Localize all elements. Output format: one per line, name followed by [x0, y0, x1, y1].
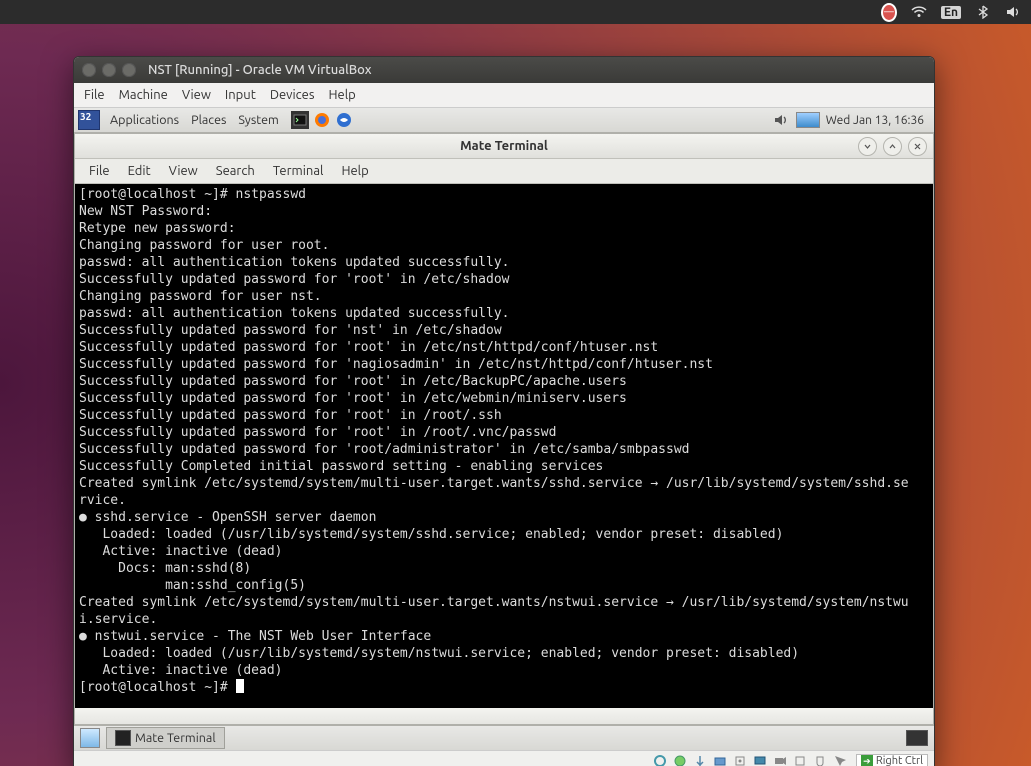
wifi-icon[interactable]: [911, 4, 927, 20]
taskbar-entry-mate-terminal[interactable]: Mate Terminal: [106, 727, 225, 749]
update-manager-icon[interactable]: —: [881, 4, 897, 20]
window-minimize-button[interactable]: [102, 63, 116, 77]
terminal-menu-view[interactable]: View: [161, 162, 206, 180]
terminal-close-button[interactable]: [908, 137, 927, 156]
guest-top-panel: 32 Applications Places System Wed Jan: [74, 108, 934, 133]
vbox-menu-file[interactable]: File: [84, 88, 105, 102]
thunderbird-launcher-icon[interactable]: [335, 111, 353, 129]
terminal-minimize-button[interactable]: [858, 137, 877, 156]
show-desktop-button[interactable]: [80, 728, 100, 748]
mate-terminal-title: Mate Terminal: [460, 139, 548, 153]
mate-terminal-titlebar[interactable]: Mate Terminal: [75, 134, 933, 159]
vbox-window-title: NST [Running] - Oracle VM VirtualBox: [148, 63, 371, 77]
terminal-taskbar-icon: [115, 730, 131, 746]
vbox-menubar: File Machine View Input Devices Help: [74, 83, 934, 108]
host-topbar: — En: [0, 0, 1031, 24]
firefox-launcher-icon[interactable]: [313, 111, 331, 129]
terminal-menu-search[interactable]: Search: [208, 162, 263, 180]
guest-menu-system[interactable]: System: [232, 113, 284, 127]
vbox-menu-view[interactable]: View: [182, 88, 211, 102]
host-key-arrow-icon: ➔: [861, 755, 873, 766]
terminal-maximize-button[interactable]: [883, 137, 902, 156]
volume-icon[interactable]: [1005, 4, 1021, 20]
vbox-menu-input[interactable]: Input: [225, 88, 256, 102]
terminal-menu-help[interactable]: Help: [333, 162, 376, 180]
mate-terminal-menubar: File Edit View Search Terminal Help: [75, 159, 933, 184]
guest-menu-applications[interactable]: Applications: [104, 113, 185, 127]
window-close-button[interactable]: [82, 63, 96, 77]
mate-terminal-window: Mate Terminal File Edit View Se: [74, 133, 934, 725]
vbox-status-display-icon[interactable]: [752, 753, 768, 766]
vbox-menu-machine[interactable]: Machine: [119, 88, 168, 102]
terminal-bottom-strip: [75, 708, 933, 724]
vbox-status-usb-icon[interactable]: [692, 753, 708, 766]
workspace-switcher[interactable]: [906, 730, 928, 746]
vbox-status-cpu-icon[interactable]: [792, 753, 808, 766]
keyboard-layout-indicator[interactable]: En: [941, 6, 961, 19]
guest-display-icon[interactable]: [796, 112, 820, 128]
guest-menu-places[interactable]: Places: [185, 113, 232, 127]
vbox-titlebar[interactable]: NST [Running] - Oracle VM VirtualBox: [74, 57, 934, 83]
guest-desktop: 32 Applications Places System Wed Jan: [74, 108, 934, 750]
window-maximize-button[interactable]: [122, 63, 136, 77]
nst-menu-icon[interactable]: 32: [78, 110, 100, 130]
virtualbox-window: NST [Running] - Oracle VM VirtualBox Fil…: [73, 56, 935, 766]
guest-clock[interactable]: Wed Jan 13, 16:36: [826, 114, 930, 127]
vbox-statusbar: ➔ Right Ctrl: [74, 750, 934, 766]
vbox-status-keyboard-icon[interactable]: [832, 753, 848, 766]
vbox-status-recording-icon[interactable]: [772, 753, 788, 766]
vbox-status-hdd-icon[interactable]: [652, 753, 668, 766]
guest-bottom-panel: Mate Terminal: [74, 725, 934, 750]
vbox-status-mouse-icon[interactable]: [812, 753, 828, 766]
host-key-label: Right Ctrl: [876, 755, 923, 766]
vbox-status-optical-icon[interactable]: [672, 753, 688, 766]
terminal-menu-terminal[interactable]: Terminal: [265, 162, 332, 180]
taskbar-entry-label: Mate Terminal: [135, 731, 216, 745]
vbox-menu-devices[interactable]: Devices: [270, 88, 315, 102]
vbox-menu-help[interactable]: Help: [329, 88, 356, 102]
vbox-host-key-indicator[interactable]: ➔ Right Ctrl: [856, 754, 928, 766]
terminal-output[interactable]: [root@localhost ~]# nstpasswd New NST Pa…: [75, 184, 933, 708]
terminal-menu-file[interactable]: File: [81, 162, 118, 180]
vbox-status-shared-folders-icon[interactable]: [712, 753, 728, 766]
vbox-status-network-icon[interactable]: [732, 753, 748, 766]
terminal-menu-edit[interactable]: Edit: [120, 162, 159, 180]
guest-volume-icon[interactable]: [772, 111, 790, 129]
bluetooth-icon[interactable]: [975, 4, 991, 20]
terminal-launcher-icon[interactable]: [291, 111, 309, 129]
